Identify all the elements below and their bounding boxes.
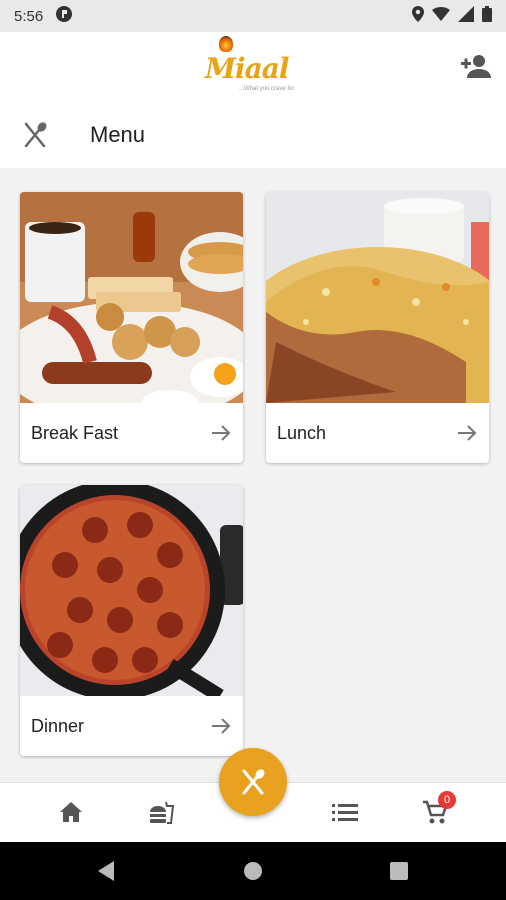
category-card-dinner[interactable]: Dinner bbox=[20, 485, 243, 756]
category-label-breakfast: Break Fast bbox=[31, 422, 119, 443]
category-card-breakfast[interactable]: Break Fast bbox=[20, 192, 243, 463]
category-label-lunch: Lunch bbox=[277, 422, 327, 443]
nav-home[interactable] bbox=[56, 797, 86, 827]
status-time: 5:56 bbox=[14, 7, 44, 25]
logo-tagline: ...What you crave for bbox=[239, 86, 295, 92]
home-button-icon[interactable] bbox=[243, 861, 263, 881]
flame-icon bbox=[219, 36, 233, 52]
status-bar: 5:56 bbox=[0, 0, 506, 32]
logo-text: Miaal bbox=[205, 52, 290, 85]
wifi-icon bbox=[432, 7, 450, 25]
location-icon bbox=[412, 6, 424, 26]
app-header: Miaal ...What you crave for bbox=[0, 32, 506, 102]
nav-orders[interactable] bbox=[330, 797, 360, 827]
app-notification-icon bbox=[55, 5, 73, 27]
menu-bar: Menu bbox=[0, 102, 506, 168]
cart-count-badge: 0 bbox=[438, 791, 456, 809]
arrow-right-icon bbox=[458, 425, 477, 441]
add-user-button[interactable] bbox=[460, 52, 492, 80]
nav-food-menu[interactable] bbox=[146, 797, 176, 827]
recents-icon[interactable] bbox=[390, 862, 408, 880]
home-icon bbox=[60, 802, 82, 822]
back-icon[interactable] bbox=[96, 860, 116, 882]
battery-icon bbox=[482, 6, 492, 26]
signal-icon bbox=[458, 6, 474, 26]
arrow-right-icon bbox=[212, 425, 231, 441]
menu-fab-button[interactable] bbox=[219, 748, 287, 816]
page-title: Menu bbox=[90, 122, 146, 147]
utensils-icon bbox=[20, 120, 50, 150]
brand-logo: Miaal ...What you crave for bbox=[205, 36, 305, 96]
person-add-icon bbox=[461, 55, 491, 78]
fastfood-icon bbox=[150, 801, 175, 824]
lunch-image bbox=[266, 192, 489, 403]
arrow-right-icon bbox=[212, 718, 231, 734]
dinner-image bbox=[20, 485, 243, 696]
category-card-lunch[interactable]: Lunch bbox=[266, 192, 489, 463]
system-navigation-bar bbox=[0, 842, 506, 900]
list-icon bbox=[332, 804, 358, 821]
category-label-dinner: Dinner bbox=[31, 715, 85, 736]
nav-cart[interactable]: 0 bbox=[420, 791, 456, 827]
breakfast-image bbox=[20, 192, 243, 403]
utensils-icon bbox=[242, 769, 265, 795]
